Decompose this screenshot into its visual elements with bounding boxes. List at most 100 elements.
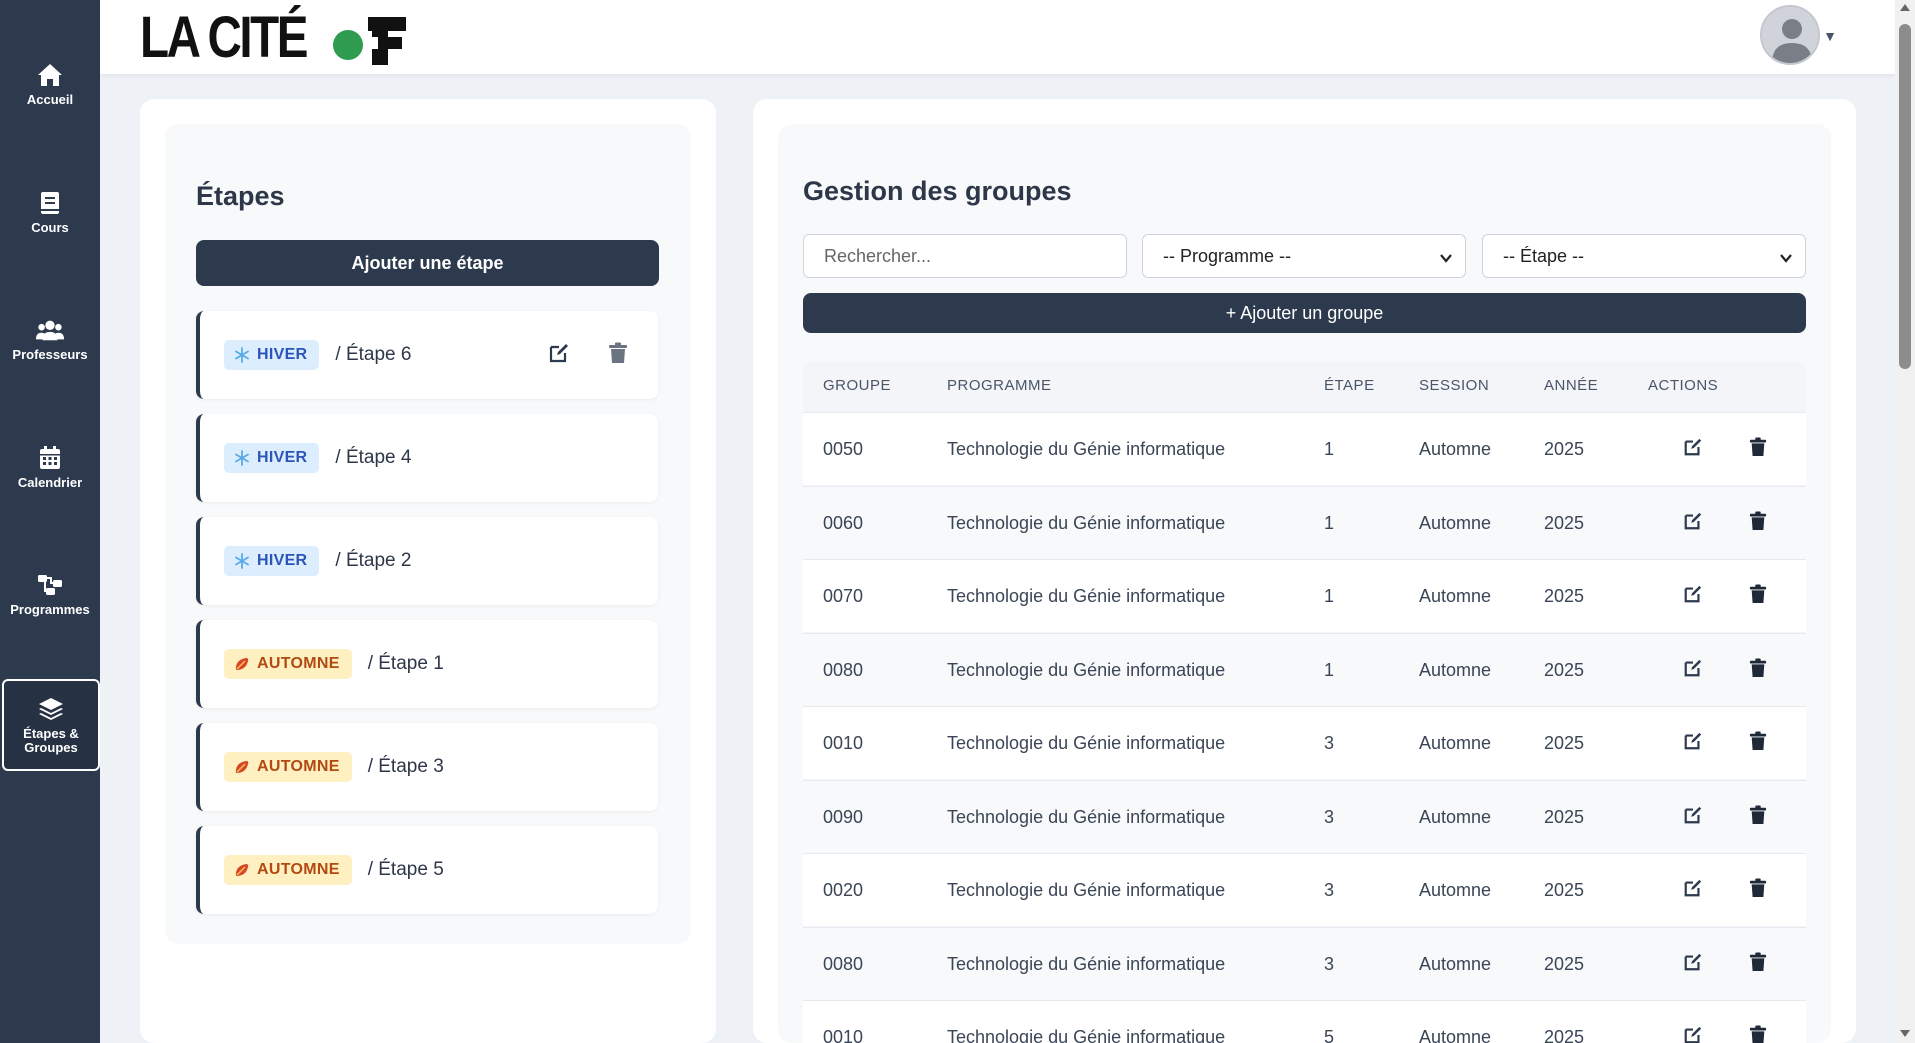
cell-annee: 2025 bbox=[1544, 1027, 1585, 1043]
etape-card[interactable]: AUTOMNE / Étape 3 bbox=[196, 723, 658, 811]
etape-card[interactable]: HIVER / Étape 2 bbox=[196, 517, 658, 605]
edit-icon[interactable] bbox=[1683, 731, 1703, 756]
add-etape-button[interactable]: Ajouter une étape bbox=[196, 240, 659, 286]
season-label: HIVER bbox=[257, 346, 308, 363]
cell-etape: 3 bbox=[1324, 806, 1335, 827]
groupes-table: GROUPE PROGRAMME ÉTAPE SESSION ANNÉE ACT… bbox=[803, 361, 1806, 1043]
programme-select[interactable]: -- Programme -- bbox=[1142, 234, 1466, 278]
edit-icon[interactable] bbox=[1683, 437, 1703, 462]
cell-session: Automne bbox=[1419, 659, 1492, 680]
edit-icon[interactable] bbox=[1683, 584, 1703, 609]
edit-icon[interactable] bbox=[1683, 952, 1703, 977]
etape-card[interactable]: AUTOMNE / Étape 5 bbox=[196, 826, 658, 914]
table-row: 0090 Technologie du Génie informatique 3 Au… bbox=[803, 779, 1806, 853]
user-menu-caret-icon[interactable]: ▼ bbox=[1823, 28, 1837, 44]
trash-icon[interactable] bbox=[1749, 878, 1767, 903]
edit-icon[interactable] bbox=[548, 342, 570, 369]
snowflake-icon bbox=[234, 347, 250, 363]
cell-groupe: 0080 bbox=[823, 953, 864, 974]
trash-icon[interactable] bbox=[1749, 952, 1767, 977]
etape-card[interactable]: HIVER / Étape 4 bbox=[196, 414, 658, 502]
trash-icon[interactable] bbox=[1749, 731, 1767, 756]
season-badge: HIVER bbox=[224, 546, 320, 576]
trash-icon[interactable] bbox=[608, 342, 628, 369]
calendar-icon bbox=[36, 444, 64, 472]
table-row: 0060 Technologie du Génie informatique 1 Au… bbox=[803, 485, 1806, 559]
table-row: 0010 Technologie du Génie informatique 5 Au… bbox=[803, 1000, 1806, 1043]
search-input[interactable]: Rechercher... bbox=[803, 234, 1127, 278]
cell-etape: 1 bbox=[1324, 659, 1335, 680]
etape-card[interactable]: AUTOMNE / Étape 1 bbox=[196, 620, 658, 708]
sidebar-item-calendrier[interactable]: Calendrier bbox=[0, 421, 100, 513]
book-icon bbox=[36, 189, 64, 217]
cell-etape: 5 bbox=[1324, 1027, 1335, 1043]
table-row: 0080 Technologie du Génie informatique 3 Au… bbox=[803, 926, 1806, 1000]
cell-annee: 2025 bbox=[1544, 880, 1585, 900]
user-avatar[interactable] bbox=[1760, 5, 1820, 65]
sidebar-item-label: Calendrier bbox=[17, 475, 83, 490]
chevron-down-icon bbox=[1439, 249, 1453, 270]
table-row: 0080 Technologie du Génie informatique 1 Au… bbox=[803, 632, 1806, 706]
page-scrollbar[interactable] bbox=[1895, 0, 1915, 1043]
sidebar-item-accueil[interactable]: Accueil bbox=[0, 38, 100, 130]
sidebar-item-etapes-groupes[interactable]: Étapes & Groupes bbox=[2, 679, 100, 771]
edit-icon[interactable] bbox=[1683, 805, 1703, 830]
cell-session: Automne bbox=[1419, 586, 1492, 606]
table-row: 0020 Technologie du Génie informatique 3 Au… bbox=[803, 853, 1806, 926]
etape-select[interactable]: -- Étape -- bbox=[1482, 234, 1806, 278]
trash-icon[interactable] bbox=[1749, 805, 1767, 830]
season-badge: AUTOMNE bbox=[224, 649, 352, 679]
trash-icon[interactable] bbox=[1749, 658, 1767, 683]
snowflake-icon bbox=[234, 450, 250, 466]
scroll-up-arrow-icon[interactable] bbox=[1900, 4, 1910, 11]
sidebar-item-cours[interactable]: Cours bbox=[0, 166, 100, 258]
leaf-icon bbox=[234, 759, 250, 775]
etape-name: / Étape 1 bbox=[367, 653, 444, 674]
season-badge: AUTOMNE bbox=[224, 855, 352, 885]
edit-icon[interactable] bbox=[1683, 878, 1703, 903]
logo-mark bbox=[368, 17, 406, 65]
sidebar-item-label: Programmes bbox=[10, 602, 90, 617]
cell-groupe: 0090 bbox=[823, 806, 864, 827]
cell-groupe: 0070 bbox=[823, 586, 864, 606]
cell-session: Automne bbox=[1419, 806, 1492, 827]
cell-annee: 2025 bbox=[1544, 439, 1585, 459]
layers-icon bbox=[37, 695, 65, 723]
season-badge: HIVER bbox=[224, 443, 320, 473]
cell-programme: Technologie du Génie informatique bbox=[947, 1027, 1226, 1043]
season-label: AUTOMNE bbox=[257, 861, 340, 878]
edit-icon[interactable] bbox=[1683, 1025, 1703, 1043]
sidebar-item-label: Cours bbox=[31, 220, 69, 235]
cell-session: Automne bbox=[1419, 512, 1492, 533]
edit-icon[interactable] bbox=[1683, 511, 1703, 536]
etape-name: / Étape 6 bbox=[335, 344, 412, 365]
cell-session: Automne bbox=[1419, 733, 1492, 753]
add-groupe-button[interactable]: + Ajouter un groupe bbox=[803, 293, 1806, 333]
season-label: HIVER bbox=[257, 449, 308, 466]
sidebar-item-label: Professeurs bbox=[12, 347, 88, 362]
trash-icon[interactable] bbox=[1749, 1025, 1767, 1043]
scroll-down-arrow-icon[interactable] bbox=[1900, 1030, 1910, 1037]
column-header-etape[interactable]: ÉTAPE bbox=[1324, 377, 1375, 394]
chevron-down-icon bbox=[1779, 249, 1793, 270]
scroll-thumb[interactable] bbox=[1899, 24, 1911, 369]
etape-card[interactable]: HIVER / Étape 6 bbox=[196, 311, 658, 399]
cell-session: Automne bbox=[1419, 880, 1492, 900]
logo-text: LA CITÉ bbox=[140, 5, 308, 70]
cell-session: Automne bbox=[1419, 1027, 1492, 1043]
column-header-annee[interactable]: ANNÉE bbox=[1544, 377, 1598, 394]
trash-icon[interactable] bbox=[1749, 584, 1767, 609]
trash-icon[interactable] bbox=[1749, 437, 1767, 462]
sidebar-item-programmes[interactable]: Programmes bbox=[0, 548, 100, 640]
cell-annee: 2025 bbox=[1544, 586, 1585, 606]
column-header-programme[interactable]: PROGRAMME bbox=[947, 377, 1052, 394]
column-header-session[interactable]: SESSION bbox=[1419, 377, 1489, 394]
brand-logo[interactable]: LA CITÉ bbox=[140, 5, 406, 70]
column-header-groupe[interactable]: GROUPE bbox=[823, 377, 891, 394]
trash-icon[interactable] bbox=[1749, 511, 1767, 536]
sidebar-item-professeurs[interactable]: Professeurs bbox=[0, 293, 100, 385]
cell-session: Automne bbox=[1419, 439, 1492, 459]
cell-etape: 1 bbox=[1324, 586, 1335, 606]
season-label: AUTOMNE bbox=[257, 655, 340, 672]
edit-icon[interactable] bbox=[1683, 658, 1703, 683]
